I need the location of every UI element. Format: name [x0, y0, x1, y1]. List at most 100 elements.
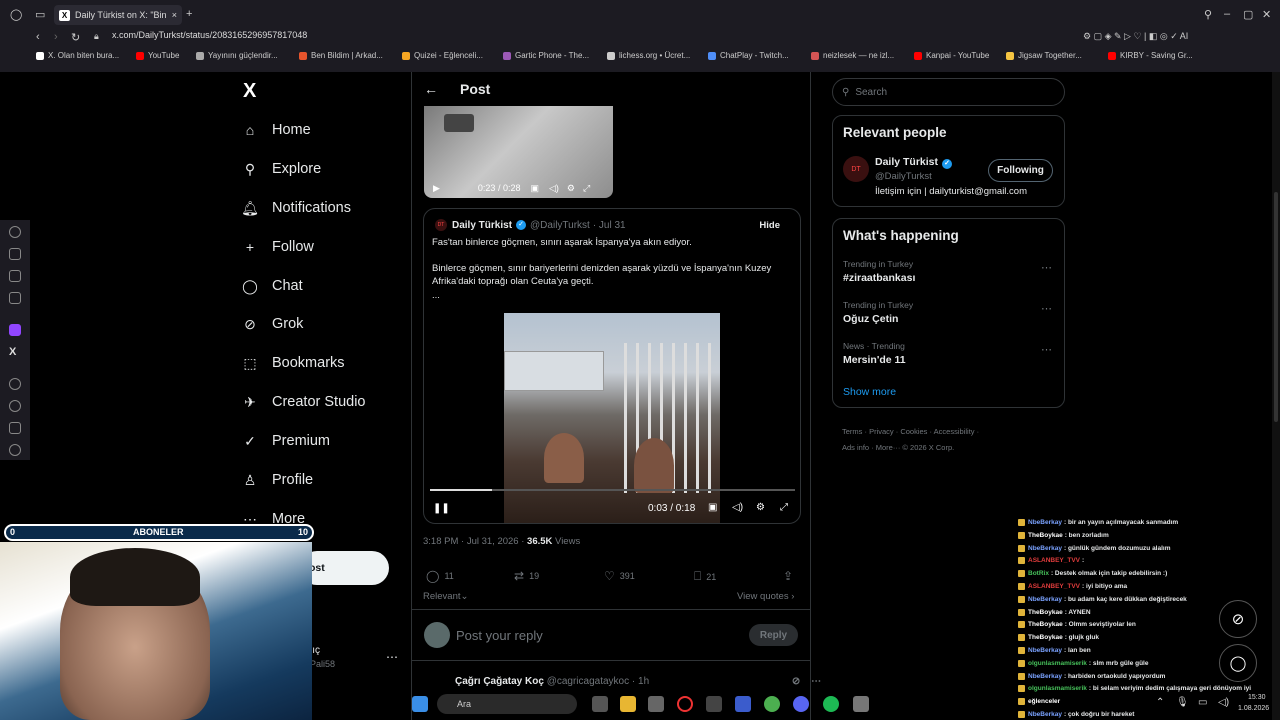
file-explorer-icon[interactable]	[620, 696, 636, 712]
sidebar-item-profile[interactable]: ♙ Profile	[241, 468, 313, 492]
reload-icon[interactable]: ↻	[71, 31, 80, 44]
more-icon[interactable]: ⋯	[811, 676, 821, 687]
trend-more-icon[interactable]: ⋯	[1041, 343, 1052, 356]
chat-username[interactable]: NbeBerkay	[1028, 519, 1062, 526]
chat-username[interactable]: ASLANBEY_TVV	[1028, 583, 1080, 590]
chat-username[interactable]: NbeBerkay	[1028, 596, 1062, 603]
back-arrow-icon[interactable]: ←	[424, 81, 438, 97]
sidebar-item-explore[interactable]: ⚲ Explore	[241, 157, 321, 181]
back-icon[interactable]: ‹	[36, 31, 40, 43]
extensions-icon[interactable]: ⚙ ▢ ◈ ✎ ▷ ♡ | ◧ ◎ ✓ AI	[1083, 31, 1188, 42]
avatar[interactable]	[424, 622, 450, 648]
captions-icon[interactable]: ▣	[530, 183, 539, 194]
pause-icon[interactable]: ❚❚	[433, 503, 450, 514]
clock-date[interactable]: 1.08.2026	[1238, 705, 1269, 712]
grok-fab-icon[interactable]: ⊘	[1219, 600, 1257, 638]
person-avatar[interactable]: DT	[843, 156, 869, 182]
chat-fab-icon[interactable]: ◯	[1219, 644, 1257, 682]
chat-username[interactable]: TheBoykae	[1028, 532, 1063, 539]
x-logo-icon[interactable]: X	[243, 80, 256, 103]
display-icon[interactable]: ▭	[1198, 697, 1207, 708]
discord-icon[interactable]	[793, 696, 809, 712]
sidebar-item-premium[interactable]: ✓ Premium	[241, 429, 330, 453]
chat-username[interactable]: NbeBerkay	[1028, 545, 1062, 552]
tabs-icon[interactable]: ▭	[35, 8, 45, 21]
spotify-icon[interactable]	[823, 696, 839, 712]
bookmark-item[interactable]: X. Olan biten bura...	[36, 51, 119, 60]
chat-username[interactable]: BotRix	[1028, 570, 1049, 577]
maximize-icon[interactable]: ▢	[1243, 8, 1253, 21]
mic-icon[interactable]: 🎙︎	[1176, 697, 1189, 708]
hide-button[interactable]: Hide	[759, 220, 780, 231]
task-view-icon[interactable]	[592, 696, 608, 712]
repost-action[interactable]: ⇄ 19	[514, 569, 539, 583]
like-action[interactable]: ♡ 391	[604, 569, 635, 583]
trend-item[interactable]: Trending in Turkey Oğuz Çetin	[843, 300, 913, 325]
trend-more-icon[interactable]: ⋯	[1041, 302, 1052, 315]
tray-arrow-icon[interactable]: ⌃	[1156, 697, 1164, 708]
obs-icon[interactable]	[764, 696, 780, 712]
scrollbar-thumb[interactable]	[1274, 192, 1278, 422]
chat-username[interactable]: NbeBerkay	[1028, 711, 1062, 718]
tab-close-icon[interactable]: ×	[172, 10, 177, 20]
fullscreen-icon[interactable]: ⤢	[583, 183, 590, 194]
sidebar-item-creator-studio[interactable]: ✈ Creator Studio	[241, 390, 365, 414]
sidebar-item-grok[interactable]: ⊘ Grok	[241, 312, 303, 336]
chat-username[interactable]: olgunlasmamiserik	[1028, 660, 1087, 667]
bookmark-item[interactable]: Gartic Phone - The...	[503, 51, 589, 60]
next-reply-author[interactable]: Çağrı Çağatay Koç	[455, 676, 544, 687]
bookmark-item[interactable]: YouTube	[136, 51, 179, 60]
speaker-icon[interactable]: ◁)	[1218, 697, 1229, 708]
reply-input[interactable]: Post your reply	[456, 628, 543, 643]
footer-line[interactable]: Terms · Privacy · Cookies · Accessibilit…	[842, 424, 1062, 440]
quoted-post-card[interactable]: DT Daily Türkist ✓ @DailyTurkst · Jul 31…	[423, 208, 801, 524]
chat-username[interactable]: eğlenceler	[1028, 698, 1060, 705]
browser-logo-icon[interactable]: ◯	[10, 8, 22, 21]
bookmark-item[interactable]: neizlesek — ne izl...	[811, 51, 894, 60]
reply-button[interactable]: Reply	[749, 624, 798, 646]
fullscreen-icon[interactable]: ⤢	[780, 502, 788, 513]
quote-author[interactable]: Daily Türkist	[452, 220, 512, 231]
x-rail-icon[interactable]: X	[9, 346, 21, 358]
app-icon[interactable]	[706, 696, 722, 712]
extensions-rail-icon[interactable]	[9, 422, 21, 434]
windows-start-icon[interactable]	[412, 696, 428, 712]
bookmark-action[interactable]: ⎕ 21	[694, 569, 716, 584]
settings-rail-icon[interactable]	[9, 444, 21, 456]
chat-username[interactable]: NbeBerkay	[1028, 673, 1062, 680]
play-icon[interactable]: ▶	[433, 183, 440, 194]
share-action[interactable]: ⇪	[783, 569, 798, 583]
grok-icon[interactable]: ⊘	[792, 676, 800, 687]
quote-date[interactable]: · Jul 31	[593, 220, 626, 231]
person-handle[interactable]: @DailyTurkst	[875, 171, 932, 182]
chat-username[interactable]: TheBoykae	[1028, 634, 1063, 641]
search-tabs-icon[interactable]: ⚲	[1204, 8, 1212, 21]
bookmark-item[interactable]: lichess.org • Ücret...	[607, 51, 690, 60]
top-video-player[interactable]: ▶ 0:23 / 0:28 ▣ ◁) ⚙ ⤢	[424, 106, 613, 198]
opera-icon[interactable]	[677, 696, 693, 712]
clock-time[interactable]: 15:30	[1248, 694, 1266, 701]
bag-icon[interactable]	[9, 248, 21, 260]
sidebar-item-chat[interactable]: ◯ Chat	[241, 274, 302, 298]
reply-action[interactable]: ◯ 11	[426, 569, 454, 583]
bookmark-item[interactable]: Kanpai - YouTube	[914, 51, 989, 60]
forward-icon[interactable]: ›	[54, 31, 58, 43]
chat-username[interactable]: NbeBerkay	[1028, 647, 1062, 654]
quote-video[interactable]	[504, 313, 720, 523]
m-icon[interactable]	[9, 292, 21, 304]
footer-line[interactable]: Ads info · More··· © 2026 X Corp.	[842, 440, 1062, 456]
following-button[interactable]: Following	[988, 159, 1053, 182]
show-more-link[interactable]: Show more	[843, 386, 896, 398]
history-icon[interactable]	[9, 226, 21, 238]
bookmark-item[interactable]: Yayınını güçlendir...	[196, 51, 278, 60]
quote-handle[interactable]: @DailyTurkst	[530, 220, 590, 231]
bookmark-item[interactable]: Jigsaw Together...	[1006, 51, 1082, 60]
page-scrollbar[interactable]	[1272, 72, 1280, 720]
captions-icon[interactable]: ▣	[708, 502, 717, 513]
sidebar-item-home[interactable]: ⌂ Home	[241, 118, 311, 142]
sidebar-item-notifications[interactable]: 🔔︎ Notifications	[241, 196, 351, 220]
next-reply-handle[interactable]: @cagricagataykoc · 1h	[547, 676, 649, 687]
trend-more-icon[interactable]: ⋯	[1041, 261, 1052, 274]
trend-item[interactable]: Trending in Turkey #ziraatbankası	[843, 259, 915, 284]
video-progress-bar[interactable]	[430, 489, 795, 491]
